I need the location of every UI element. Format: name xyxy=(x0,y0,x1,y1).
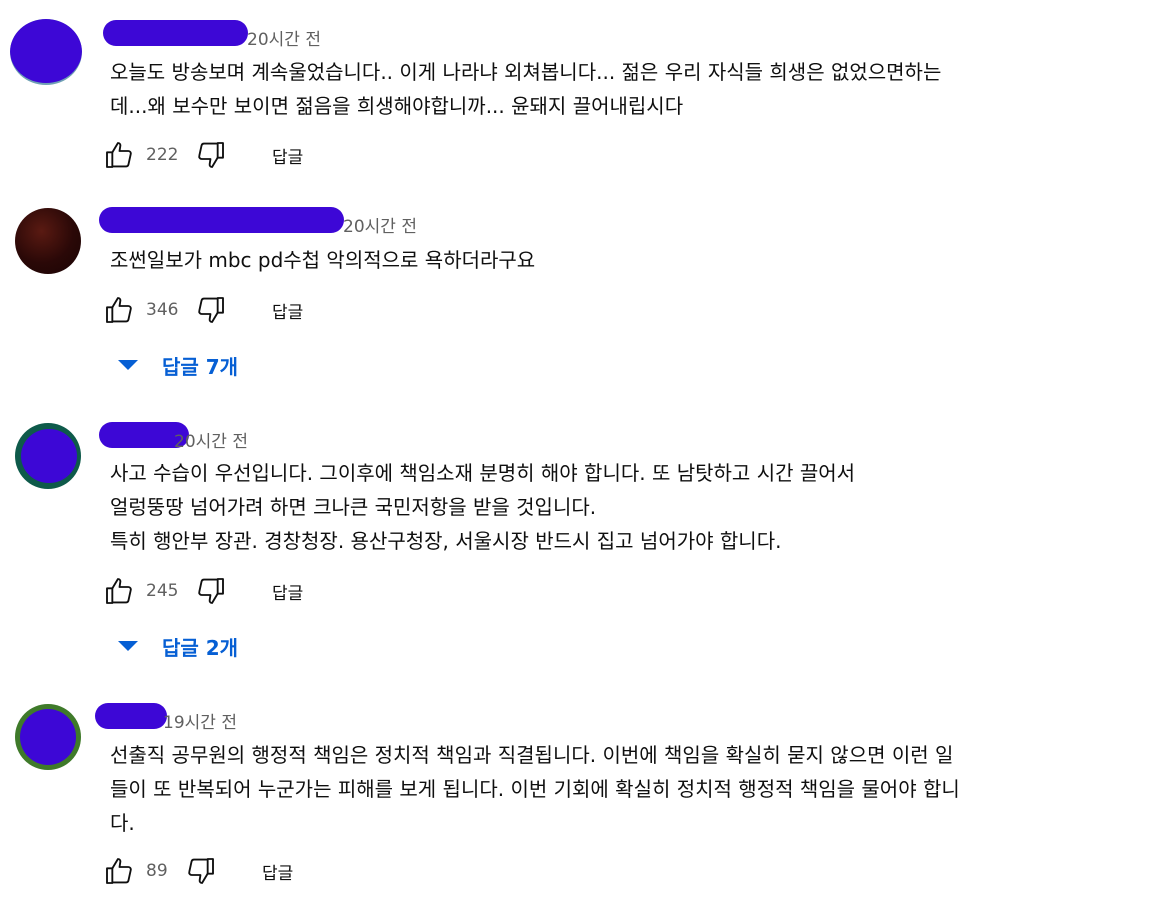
comment-text-line: 다. xyxy=(110,811,135,835)
comment-text-line: 얼렁뚱땅 넘어가려 하면 크나큰 국민저항을 받을 것입니다. xyxy=(110,495,597,519)
like-button[interactable] xyxy=(102,854,136,888)
comment-item: 20시간 전 오늘도 방송보며 계속울었습니다.. 이게 나라냐 외쳐봅니다..… xyxy=(0,0,1156,190)
chevron-down-icon xyxy=(118,641,138,651)
reply-button[interactable]: 답글 xyxy=(272,143,303,168)
comment-text: 조썬일보가 mbc pd수첩 악의적으로 욕하더라구요 xyxy=(110,243,535,277)
avatar[interactable] xyxy=(15,423,81,489)
thumbs-down-icon xyxy=(188,858,214,884)
like-button[interactable] xyxy=(102,574,136,608)
dislike-button[interactable] xyxy=(194,138,228,172)
comment-timestamp[interactable]: 19시간 전 xyxy=(163,708,237,733)
comment-text-line: 특히 행안부 장관. 경창청장. 용산구청장, 서울시장 반드시 집고 넘어가야… xyxy=(110,529,782,553)
thumbs-up-icon xyxy=(106,578,132,604)
like-count: 245 xyxy=(146,581,179,601)
comment-timestamp[interactable]: 20시간 전 xyxy=(174,427,248,452)
view-replies-label: 답글 2개 xyxy=(162,635,239,660)
thumbs-up-icon xyxy=(106,858,132,884)
thumbs-down-icon xyxy=(198,297,224,323)
author-name-redacted[interactable] xyxy=(103,20,248,46)
author-name-redacted[interactable] xyxy=(99,207,344,233)
comment-item: 19시간 전 선출직 공무원의 행정적 책임은 정치적 책임과 직결됩니다. 이… xyxy=(0,690,1156,904)
comment-actions: 222 답글 xyxy=(102,137,303,173)
comment-text-line: 들이 또 반복되어 누군가는 피해를 보게 됩니다. 이번 기회에 확실히 정치… xyxy=(110,777,960,801)
comment-text-line: 오늘도 방송보며 계속울었습니다.. 이게 나라냐 외쳐봅니다... 젊은 우리… xyxy=(110,60,942,84)
like-button[interactable] xyxy=(102,293,136,327)
view-replies-label: 답글 7개 xyxy=(162,354,239,379)
thumbs-down-icon xyxy=(198,142,224,168)
comment-text: 사고 수습이 우선입니다. 그이후에 책임소재 분명히 해야 합니다. 또 남탓… xyxy=(110,456,855,558)
thumbs-up-icon xyxy=(106,142,132,168)
reply-button[interactable]: 답글 xyxy=(272,579,303,604)
like-count: 222 xyxy=(146,145,179,165)
avatar[interactable] xyxy=(15,208,81,274)
dislike-button[interactable] xyxy=(194,293,228,327)
thumbs-up-icon xyxy=(106,297,132,323)
like-button[interactable] xyxy=(102,138,136,172)
comment-actions: 89 답글 xyxy=(102,853,293,889)
view-replies-button[interactable]: 답글 7개 xyxy=(114,347,238,383)
comment-item: 20시간 전 조썬일보가 mbc pd수첩 악의적으로 욕하더라구요 346 답… xyxy=(0,190,1156,410)
reply-button[interactable]: 답글 xyxy=(272,298,303,323)
comment-item: 20시간 전 사고 수습이 우선입니다. 그이후에 책임소재 분명히 해야 합니… xyxy=(0,410,1156,690)
thumbs-down-icon xyxy=(198,578,224,604)
dislike-button[interactable] xyxy=(194,574,228,608)
like-count: 346 xyxy=(146,300,179,320)
reply-button[interactable]: 답글 xyxy=(262,859,293,884)
comment-timestamp[interactable]: 20시간 전 xyxy=(343,212,417,237)
avatar[interactable] xyxy=(15,704,81,770)
dislike-button[interactable] xyxy=(184,854,218,888)
author-name-redacted[interactable] xyxy=(95,703,167,729)
comment-text-line: 선출직 공무원의 행정적 책임은 정치적 책임과 직결됩니다. 이번에 책임을 … xyxy=(110,743,954,767)
comment-timestamp[interactable]: 20시간 전 xyxy=(247,25,321,50)
comment-actions: 245 답글 xyxy=(102,573,303,609)
avatar[interactable] xyxy=(10,19,82,85)
comment-text: 오늘도 방송보며 계속울었습니다.. 이게 나라냐 외쳐봅니다... 젊은 우리… xyxy=(110,55,941,123)
comment-text: 선출직 공무원의 행정적 책임은 정치적 책임과 직결됩니다. 이번에 책임을 … xyxy=(110,738,960,840)
comment-text-line: 사고 수습이 우선입니다. 그이후에 책임소재 분명히 해야 합니다. 또 남탓… xyxy=(110,461,856,485)
view-replies-button[interactable]: 답글 2개 xyxy=(114,628,238,664)
like-count: 89 xyxy=(146,861,168,881)
comment-text-line: 조썬일보가 mbc pd수첩 악의적으로 욕하더라구요 xyxy=(110,248,536,272)
comment-text-line: 데...왜 보수만 보이면 젊음을 희생해야합니까... 윤돼지 끌어내립시다 xyxy=(110,94,684,118)
chevron-down-icon xyxy=(118,360,138,370)
comment-actions: 346 답글 xyxy=(102,292,303,328)
